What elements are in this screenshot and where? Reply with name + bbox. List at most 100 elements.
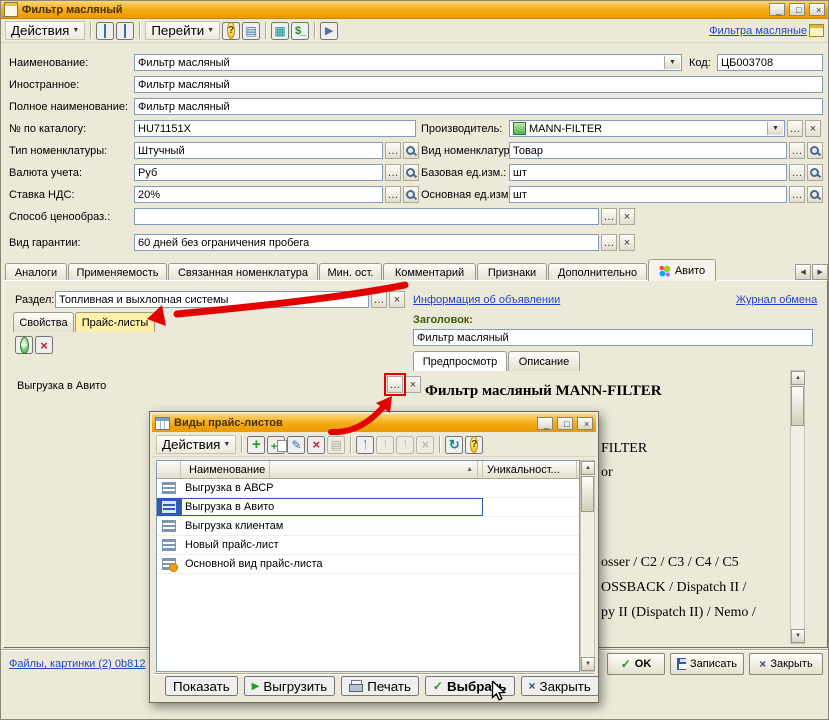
manufacturer-clear-button[interactable]: ×: [805, 120, 821, 137]
scroll-thumb[interactable]: [791, 386, 804, 426]
add-icon[interactable]: +: [247, 436, 265, 454]
scroll-up-icon[interactable]: ▲: [581, 461, 595, 475]
section-clear-button[interactable]: ×: [389, 291, 405, 308]
description-icon[interactable]: ▤: [242, 22, 260, 40]
exchange-log-link[interactable]: Журнал обмена: [736, 294, 817, 306]
select-button[interactable]: ✓ Выбрать: [425, 676, 515, 696]
pricing-clear-button[interactable]: ×: [619, 208, 635, 225]
name-column-header[interactable]: Наименование ▲: [181, 461, 483, 478]
tab-scroll-right-icon[interactable]: ▶: [812, 264, 828, 280]
nomkind-field[interactable]: Товар: [509, 142, 787, 159]
table-row[interactable]: Основной вид прайс-листа: [157, 555, 579, 574]
dropdown-icon[interactable]: ▼: [664, 56, 680, 69]
ad-title-field[interactable]: Фильтр масляный: [413, 329, 813, 346]
scroll-down-icon[interactable]: ▼: [791, 629, 805, 643]
open-item-icon[interactable]: [96, 22, 114, 40]
tab-analogs[interactable]: Аналоги: [5, 263, 67, 281]
refresh-icon[interactable]: ↻: [445, 436, 463, 454]
show-button[interactable]: Показать: [165, 676, 238, 696]
delete-row-icon[interactable]: ×: [35, 336, 53, 354]
filter-settings-icon[interactable]: [356, 436, 374, 454]
dialog-minimize-button[interactable]: _: [537, 417, 553, 430]
tab-applicability[interactable]: Применяемость: [68, 263, 167, 281]
nomtype-select-button[interactable]: …: [385, 142, 401, 159]
price-list-clear-button[interactable]: ×: [405, 376, 421, 393]
tab-avito[interactable]: Авито: [648, 259, 716, 281]
filter-by-value-icon[interactable]: [396, 436, 414, 454]
dialog-close-button[interactable]: ×: [577, 417, 593, 430]
warranty-field[interactable]: 60 дней без ограничения пробега: [134, 234, 599, 251]
ad-info-link[interactable]: Информация об объявлении: [413, 294, 560, 306]
icon-column-header[interactable]: [157, 461, 181, 478]
dialog-actions-button[interactable]: Действия ▼: [156, 435, 236, 454]
table-row[interactable]: Новый прайс-лист: [157, 536, 579, 555]
foreign-field[interactable]: Фильтр масляный: [134, 76, 823, 93]
mainunit-field[interactable]: шт: [509, 186, 787, 203]
subtab-preview[interactable]: Предпросмотр: [413, 351, 507, 371]
clear-filter-icon[interactable]: ×: [416, 436, 434, 454]
warranty-select-button[interactable]: …: [601, 234, 617, 251]
manufacturer-field[interactable]: MANN-FILTER ▼: [509, 120, 785, 137]
export-button[interactable]: ▶ Выгрузить: [244, 676, 336, 696]
tab-additional[interactable]: Дополнительно: [548, 263, 647, 281]
scroll-thumb[interactable]: [581, 476, 594, 512]
preview-scrollbar[interactable]: ▲ ▼: [790, 370, 805, 644]
vat-field[interactable]: 20%: [134, 186, 383, 203]
manufacturer-select-button[interactable]: …: [787, 120, 803, 137]
add-row-icon[interactable]: +: [15, 336, 33, 354]
tab-scroll-left-icon[interactable]: ◀: [795, 264, 811, 280]
vat-open-button[interactable]: [403, 186, 419, 203]
catalog-field[interactable]: HU71151X: [134, 120, 416, 137]
tab-min-balance[interactable]: Мин. ост.: [319, 263, 382, 281]
tab-comment[interactable]: Комментарий: [383, 263, 476, 281]
tab-attributes[interactable]: Признаки: [477, 263, 547, 281]
nomtype-field[interactable]: Штучный: [134, 142, 383, 159]
section-field[interactable]: Топливная и выхлопная системы: [55, 291, 369, 308]
actions-menu-button[interactable]: Действия ▼: [5, 21, 85, 40]
baseunit-open-button[interactable]: [807, 164, 823, 181]
mainunit-select-button[interactable]: …: [789, 186, 805, 203]
scroll-down-icon[interactable]: ▼: [581, 657, 595, 671]
minimize-button[interactable]: _: [769, 3, 785, 16]
filter-icon[interactable]: [376, 436, 394, 454]
print-button[interactable]: Печать: [341, 676, 419, 696]
dialog-help-icon[interactable]: ?: [465, 436, 483, 454]
subtab-description[interactable]: Описание: [508, 351, 580, 371]
prices-icon[interactable]: $_: [291, 22, 309, 40]
reread-icon[interactable]: [116, 22, 134, 40]
tab-linked-nomenclature[interactable]: Связанная номенклатура: [168, 263, 318, 281]
delete-icon[interactable]: ×: [307, 436, 325, 454]
scroll-up-icon[interactable]: ▲: [791, 371, 805, 385]
currency-select-button[interactable]: …: [385, 164, 401, 181]
table-row-selected[interactable]: Выгрузка в Авито: [157, 498, 579, 517]
parent-list-link[interactable]: Фильтра масляные: [709, 25, 807, 37]
files-pictures-link[interactable]: Файлы, картинки (2) 0b812: [9, 658, 145, 670]
close-form-button[interactable]: × Закрыть: [749, 653, 823, 675]
dialog-scrollbar[interactable]: ▲ ▼: [580, 460, 595, 672]
nomkind-select-button[interactable]: …: [789, 142, 805, 159]
currency-field[interactable]: Руб: [134, 164, 383, 181]
nomtype-open-button[interactable]: [403, 142, 419, 159]
uniqueness-column-header[interactable]: Уникальност...: [483, 461, 577, 478]
ok-button[interactable]: ✓ OK: [607, 653, 665, 675]
mainunit-open-button[interactable]: [807, 186, 823, 203]
help-icon[interactable]: ?: [222, 22, 240, 40]
maximize-button[interactable]: □: [789, 3, 805, 16]
price-list-row[interactable]: Выгрузка в Авито: [17, 380, 106, 392]
vat-select-button[interactable]: …: [385, 186, 401, 203]
dropdown-icon[interactable]: ▼: [767, 122, 783, 135]
go-movements-icon[interactable]: ▶: [320, 22, 338, 40]
currency-open-button[interactable]: [403, 164, 419, 181]
nomkind-open-button[interactable]: [807, 142, 823, 159]
dialog-maximize-button[interactable]: □: [557, 417, 573, 430]
save-button[interactable]: Записать: [670, 653, 744, 675]
pricing-select-button[interactable]: …: [601, 208, 617, 225]
structure-icon[interactable]: ▦: [271, 22, 289, 40]
code-field[interactable]: ЦБ003708: [717, 54, 823, 71]
baseunit-select-button[interactable]: …: [789, 164, 805, 181]
table-row[interactable]: Выгрузка в АВСР: [157, 479, 579, 498]
deletion-mark-icon[interactable]: ▤: [327, 436, 345, 454]
name-field[interactable]: Фильтр масляный ▼: [134, 54, 682, 71]
warranty-clear-button[interactable]: ×: [619, 234, 635, 251]
fullname-field[interactable]: Фильтр масляный: [134, 98, 823, 115]
